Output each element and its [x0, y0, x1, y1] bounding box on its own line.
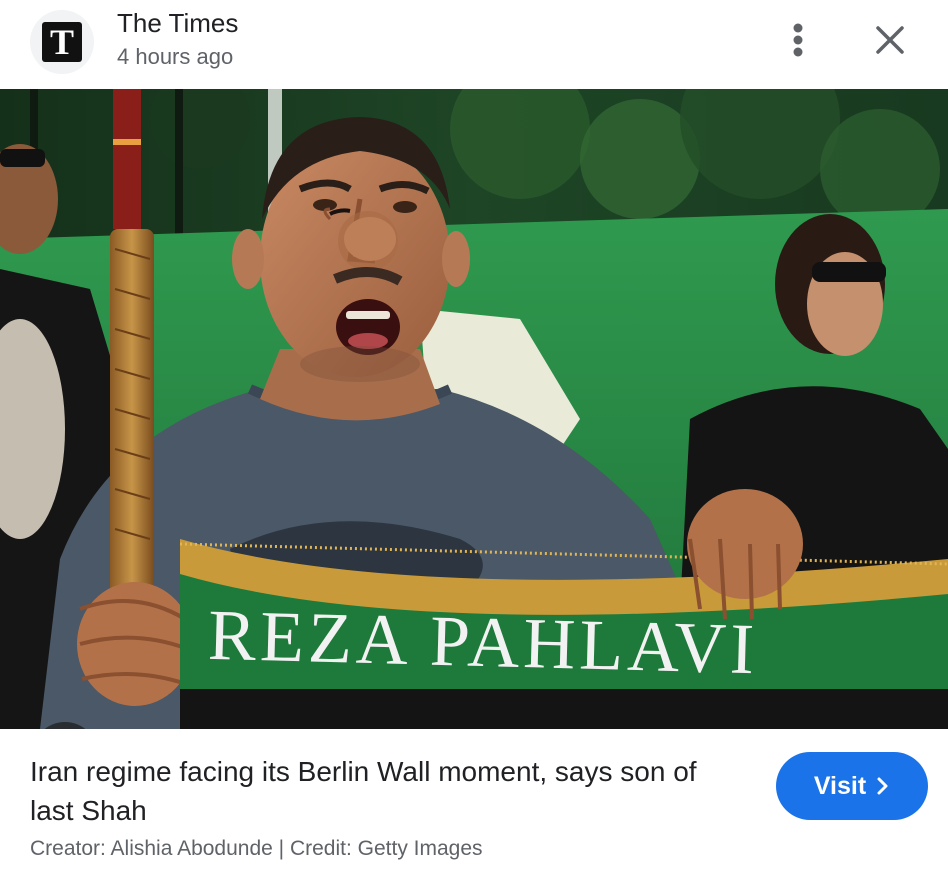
visit-button[interactable]: Visit [776, 752, 928, 820]
more-vert-icon [793, 23, 803, 57]
visit-label: Visit [813, 771, 867, 800]
source-logo[interactable]: T [30, 10, 94, 74]
close-button[interactable] [868, 18, 912, 62]
result-title[interactable]: Iran regime facing its Berlin Wall momen… [30, 752, 720, 830]
timestamp: 4 hours ago [117, 44, 234, 69]
more-options-button[interactable] [778, 18, 818, 62]
chevron-right-icon [877, 777, 888, 795]
header: T The Times 4 hours ago [0, 0, 948, 88]
times-logo-icon: T [42, 22, 82, 62]
source-name[interactable]: The Times [117, 8, 238, 39]
result-image[interactable]: REZA PAHLAVI [0, 89, 948, 729]
image-credit: Creator: Alishia Abodunde | Credit: Gett… [30, 837, 483, 860]
close-icon [876, 26, 904, 54]
banner-text: REZA PAHLAVI [207, 594, 760, 690]
